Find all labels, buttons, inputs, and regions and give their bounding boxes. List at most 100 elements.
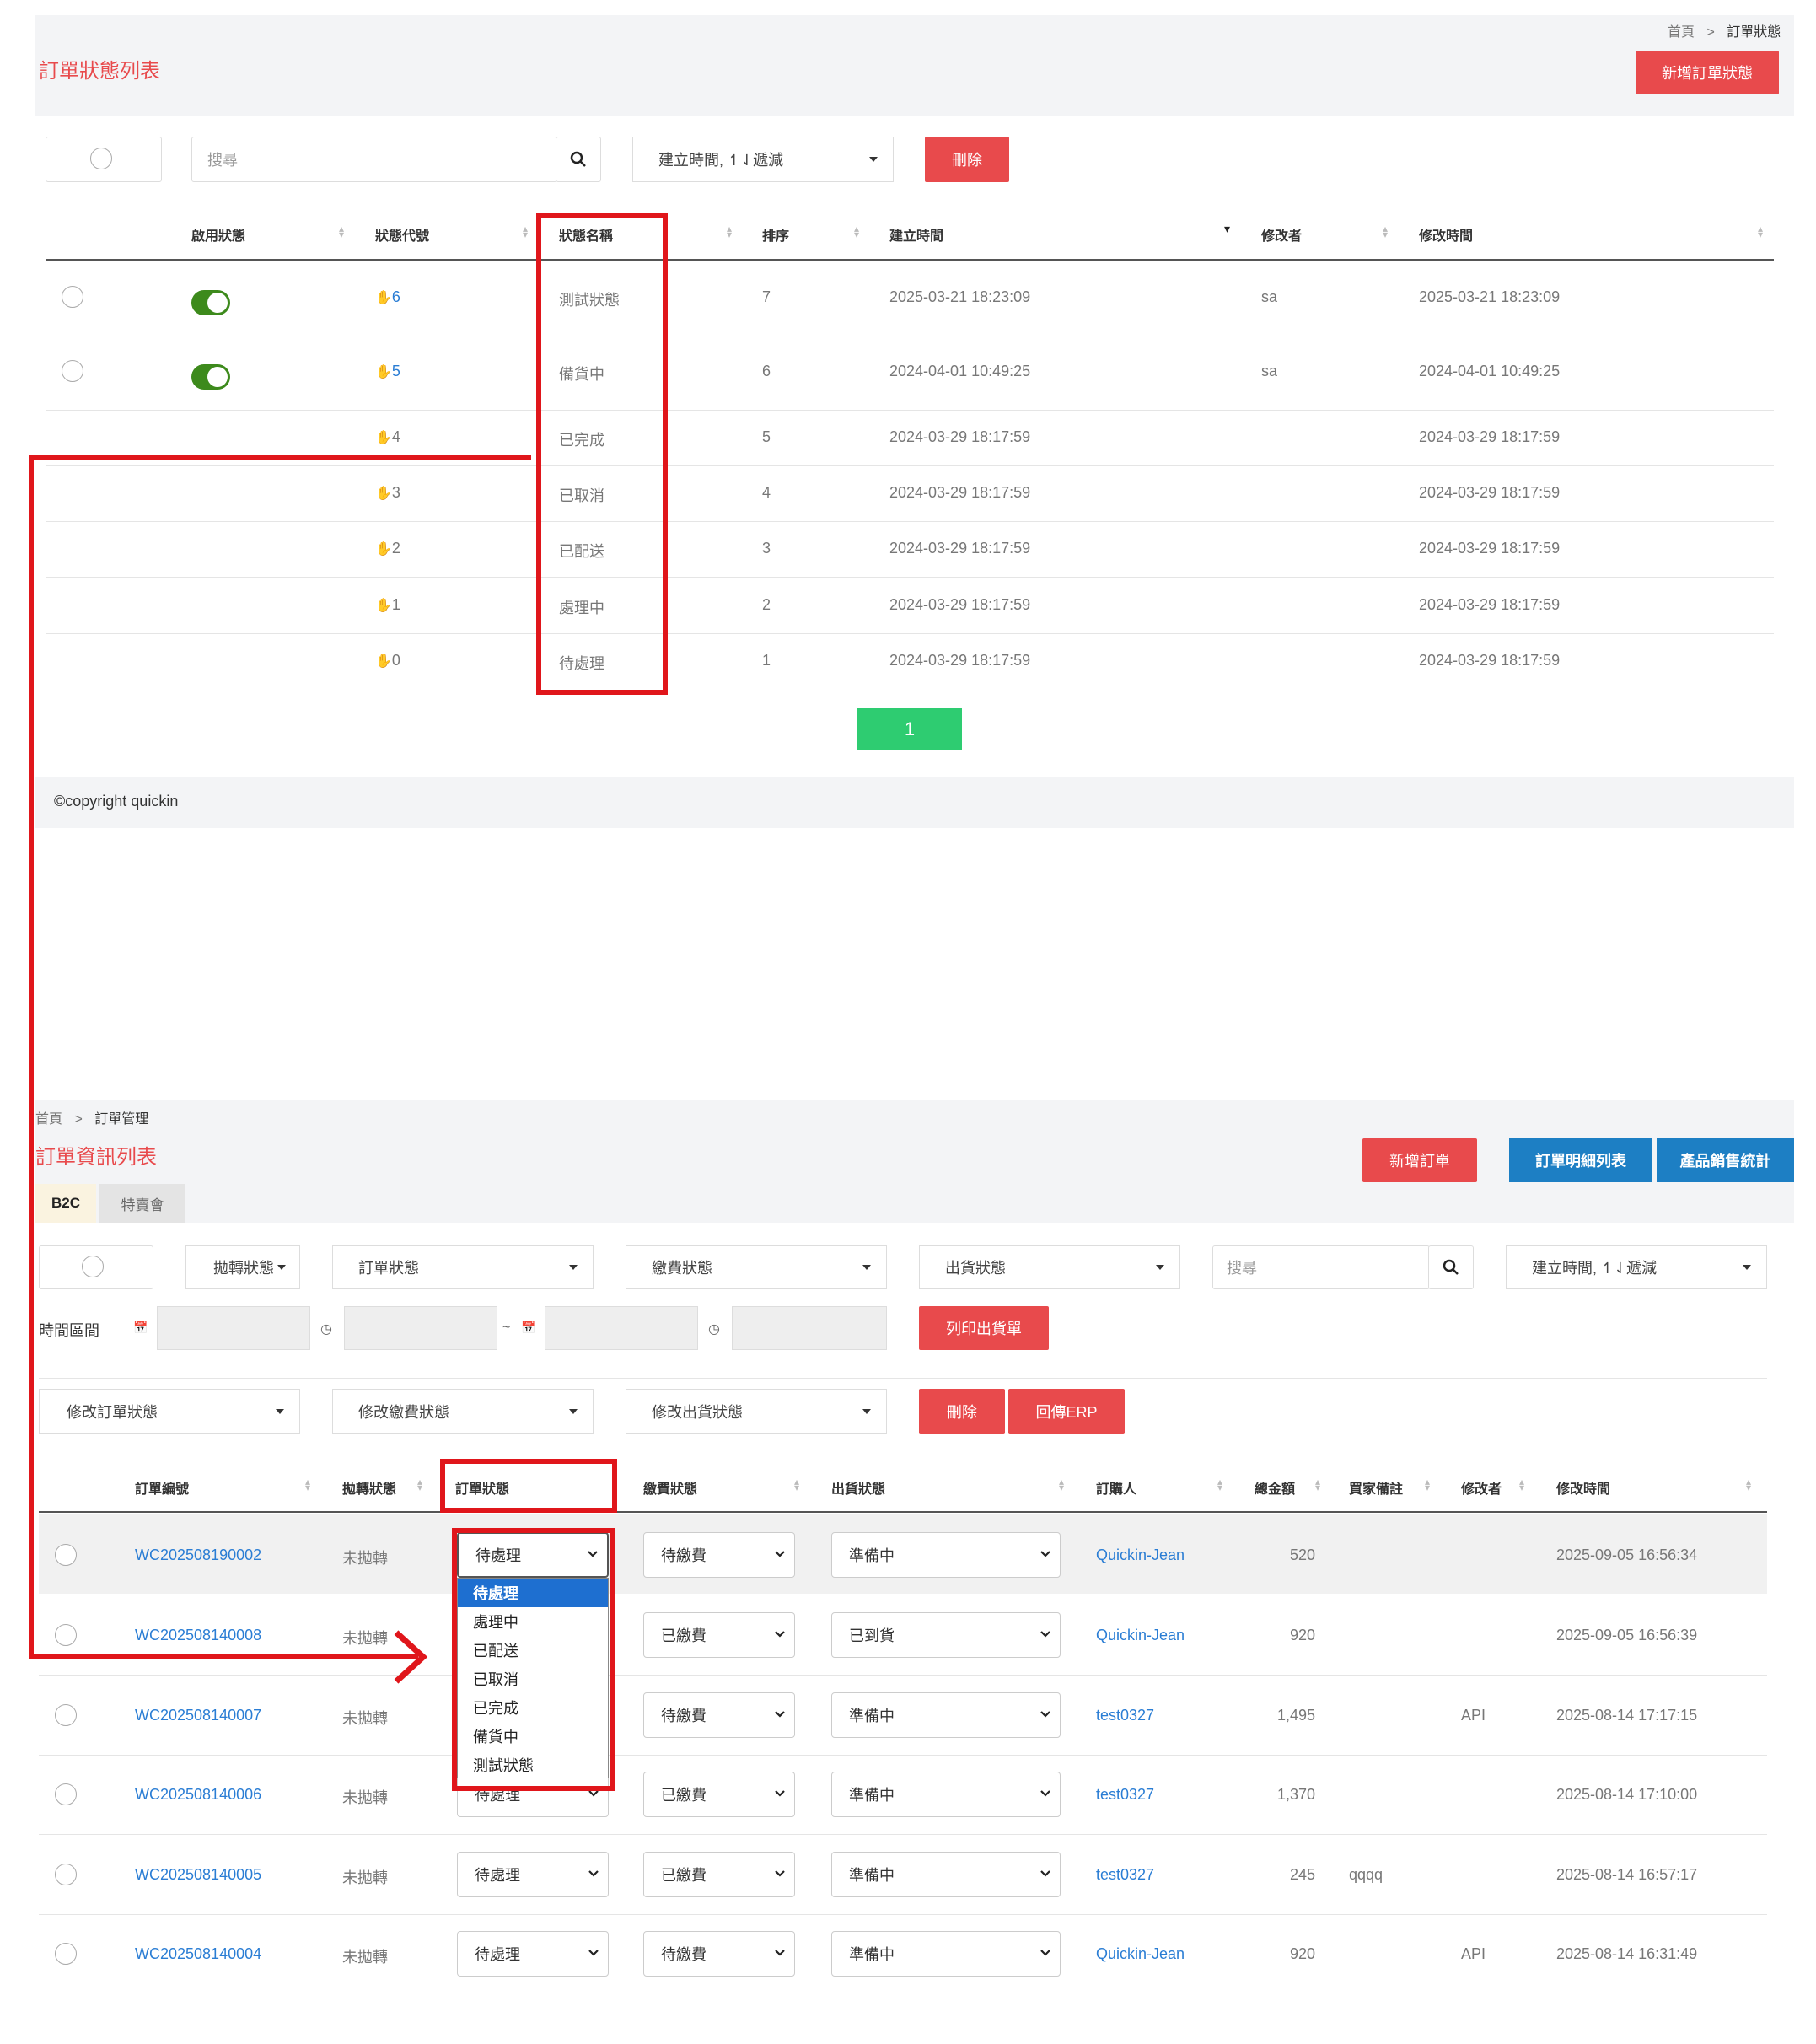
payment-status-select[interactable]: 待繳費 <box>643 1931 795 1977</box>
status-code[interactable]: ✋2 <box>375 540 400 557</box>
order-column-header[interactable]: 修改者 <box>1461 1477 1502 1498</box>
drag-handle-icon[interactable]: ✋ <box>375 487 392 501</box>
order-column-header[interactable]: 訂購人 <box>1096 1477 1136 1498</box>
sort-icon[interactable]: ▴ ▾ <box>1059 1477 1064 1493</box>
buyer-link[interactable]: test0327 <box>1096 1707 1154 1724</box>
drag-handle-icon[interactable]: ✋ <box>375 654 392 669</box>
sort-icon[interactable]: ▴ ▾ <box>305 1477 310 1493</box>
status-code[interactable]: ✋5 <box>375 363 400 380</box>
order-status-option[interactable]: 已配送 <box>458 1636 608 1665</box>
order-column-header[interactable]: 拋轉狀態 <box>342 1477 396 1498</box>
payment-status-filter[interactable]: 繳費狀態 <box>626 1245 887 1289</box>
send-erp-button[interactable]: 回傳ERP <box>1008 1389 1125 1434</box>
drag-handle-icon[interactable]: ✋ <box>375 365 392 379</box>
order-select-radio[interactable] <box>55 1783 77 1805</box>
sort-icon[interactable]: ▴ ▾ <box>339 223 344 239</box>
payment-status-select[interactable]: 待繳費 <box>643 1532 795 1578</box>
order-status-option[interactable]: 備貨中 <box>458 1722 608 1751</box>
drag-handle-icon[interactable]: ✋ <box>375 291 392 305</box>
order-column-header[interactable]: 訂單狀態 <box>455 1477 509 1498</box>
sort-icon[interactable]: ▴ ▾ <box>1217 1477 1222 1493</box>
order-column-header[interactable]: 修改時間 <box>1556 1477 1610 1498</box>
column-header[interactable]: 狀態名稱 <box>559 224 613 245</box>
search-button[interactable] <box>556 137 601 182</box>
sort-icon[interactable]: ▴ ▾ <box>1315 1477 1320 1493</box>
payment-status-select[interactable]: 已繳費 <box>643 1852 795 1897</box>
drag-handle-icon[interactable]: ✋ <box>375 431 392 445</box>
start-date-input[interactable] <box>157 1306 310 1350</box>
end-time-input[interactable] <box>732 1306 887 1350</box>
sort-icon[interactable]: ▴ ▾ <box>794 1477 799 1493</box>
order-column-header[interactable]: 訂單編號 <box>135 1477 189 1498</box>
order-select-radio[interactable] <box>55 1704 77 1726</box>
select-all-radio-2[interactable] <box>82 1256 104 1278</box>
order-select-radio[interactable] <box>55 1943 77 1965</box>
sort-dropdown[interactable]: 建立時間, ↿⇃遞減 <box>632 137 894 182</box>
order-select-radio[interactable] <box>55 1544 77 1566</box>
column-header[interactable]: 修改者 <box>1261 224 1302 245</box>
order-select-radio[interactable] <box>55 1624 77 1646</box>
search-input[interactable]: 搜尋 <box>191 137 557 182</box>
order-id-link[interactable]: WC202508140004 <box>135 1945 261 1963</box>
delete-button[interactable]: 刪除 <box>925 137 1009 182</box>
start-time-input[interactable] <box>344 1306 497 1350</box>
shipping-status-select[interactable]: 準備中 <box>831 1532 1061 1578</box>
order-column-header[interactable]: 出貨狀態 <box>831 1477 885 1498</box>
shipping-status-select[interactable]: 準備中 <box>831 1931 1061 1977</box>
breadcrumb-home[interactable]: 首頁 <box>35 1112 62 1127</box>
shipping-status-filter[interactable]: 出貨狀態 <box>919 1245 1180 1289</box>
status-code[interactable]: ✋3 <box>375 484 400 502</box>
column-header[interactable]: 啟用狀態 <box>191 224 245 245</box>
sort-icon[interactable]: ▴ ▾ <box>854 223 859 239</box>
order-id-link[interactable]: WC202508190002 <box>135 1546 261 1564</box>
status-code[interactable]: ✋1 <box>375 596 400 614</box>
search-button-2[interactable] <box>1428 1245 1474 1289</box>
print-shipping-button[interactable]: 列印出貨單 <box>919 1306 1049 1350</box>
payment-status-select[interactable]: 已繳費 <box>643 1772 795 1817</box>
shipping-status-select[interactable]: 準備中 <box>831 1692 1061 1738</box>
drag-handle-icon[interactable]: ✋ <box>375 599 392 613</box>
enabled-toggle[interactable] <box>191 364 230 390</box>
bulk-payment-status-dropdown[interactable]: 修改繳費狀態 <box>332 1389 594 1434</box>
order-column-header[interactable]: 總金額 <box>1255 1477 1295 1498</box>
order-column-header[interactable]: 繳費狀態 <box>643 1477 697 1498</box>
buyer-link[interactable]: Quickin-Jean <box>1096 1945 1185 1963</box>
order-status-option[interactable]: 已完成 <box>458 1693 608 1722</box>
order-status-option[interactable]: 測試狀態 <box>458 1751 608 1779</box>
order-column-header[interactable]: 買家備註 <box>1349 1477 1403 1498</box>
payment-status-select[interactable]: 已繳費 <box>643 1612 795 1658</box>
breadcrumb-home[interactable]: 首頁 <box>1668 25 1695 40</box>
order-id-link[interactable]: WC202508140007 <box>135 1707 261 1724</box>
sort-icon[interactable]: ▴ ▾ <box>727 223 732 239</box>
column-header[interactable]: 排序 <box>762 224 789 245</box>
bulk-order-status-dropdown[interactable]: 修改訂單狀態 <box>39 1389 300 1434</box>
row-select-radio[interactable] <box>62 286 83 308</box>
sort-desc-icon[interactable]: ▾ <box>1224 223 1230 234</box>
sort-icon[interactable]: ▴ ▾ <box>1425 1477 1430 1493</box>
sort-icon[interactable]: ▴ ▾ <box>523 223 528 239</box>
buyer-link[interactable]: Quickin-Jean <box>1096 1546 1185 1564</box>
page-1-button[interactable]: 1 <box>857 708 962 750</box>
add-order-button[interactable]: 新增訂單 <box>1362 1138 1477 1182</box>
buyer-link[interactable]: test0327 <box>1096 1786 1154 1804</box>
sort-icon[interactable]: ▴ ▾ <box>417 1477 422 1493</box>
buyer-link[interactable]: test0327 <box>1096 1866 1154 1884</box>
order-status-option[interactable]: 待處理 <box>458 1579 608 1607</box>
column-header[interactable]: 建立時間 <box>889 224 943 245</box>
bulk-delete-button[interactable]: 刪除 <box>919 1389 1005 1434</box>
order-status-select[interactable]: 待處理 <box>457 1852 609 1897</box>
order-status-option[interactable]: 處理中 <box>458 1607 608 1636</box>
order-status-select[interactable]: 待處理 <box>457 1931 609 1977</box>
status-code[interactable]: ✋4 <box>375 428 400 446</box>
select-all-radio[interactable] <box>90 148 112 169</box>
shipping-status-select[interactable]: 準備中 <box>831 1852 1061 1897</box>
status-code[interactable]: ✋6 <box>375 288 400 306</box>
order-status-option[interactable]: 已取消 <box>458 1665 608 1693</box>
column-header[interactable]: 修改時間 <box>1419 224 1473 245</box>
search-input-2[interactable]: 搜尋 <box>1212 1245 1430 1289</box>
column-header[interactable]: 狀態代號 <box>375 224 429 245</box>
sort-dropdown-2[interactable]: 建立時間, ↿⇃遞減 <box>1506 1245 1767 1289</box>
sort-icon[interactable]: ▴ ▾ <box>1383 223 1388 239</box>
payment-status-select[interactable]: 待繳費 <box>643 1692 795 1738</box>
sort-icon[interactable]: ▴ ▾ <box>1746 1477 1751 1493</box>
